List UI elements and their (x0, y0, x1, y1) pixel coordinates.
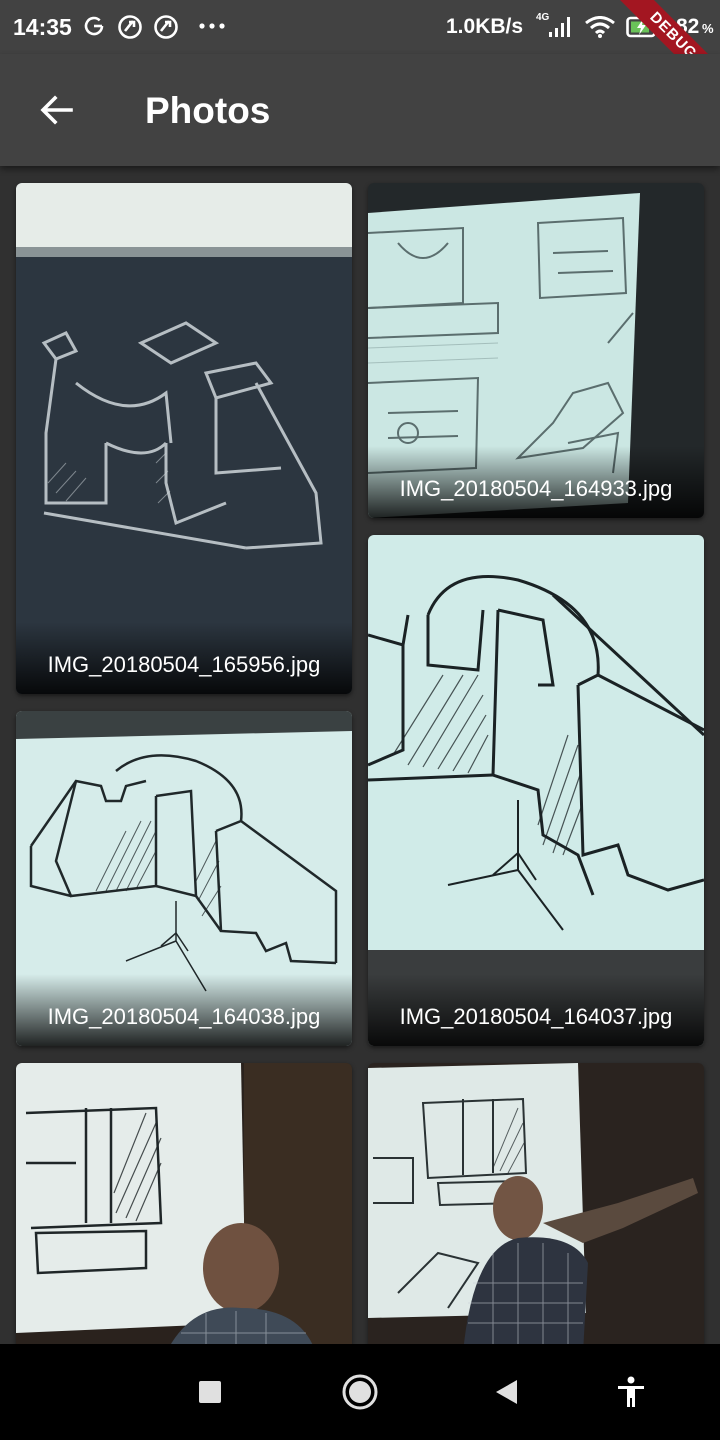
photo-caption: IMG_20180504_164037.jpg (399, 1004, 673, 1029)
photo-image (16, 183, 352, 694)
photo-caption: IMG_20180504_165956.jpg (47, 652, 321, 677)
system-nav-bar (0, 1344, 720, 1440)
recents-square-icon (199, 1381, 221, 1403)
photo-image (16, 1063, 352, 1353)
photo-caption-overlay: IMG_20180504_165956.jpg (16, 622, 352, 694)
photo-tile[interactable]: IMG_20180504_164933.jpg (368, 183, 704, 518)
back-triangle-icon (496, 1380, 517, 1404)
arrow-back-icon (40, 95, 73, 125)
photo-tile[interactable] (16, 1063, 352, 1353)
wifi-icon (585, 16, 615, 38)
home-circle-icon (342, 1374, 378, 1410)
photo-image (368, 1063, 704, 1353)
more-dots-icon (199, 23, 225, 29)
back-button[interactable] (22, 76, 90, 144)
status-time: 14:35 (13, 14, 72, 40)
photo-caption-overlay: IMG_20180504_164933.jpg (368, 446, 704, 518)
photo-caption: IMG_20180504_164038.jpg (47, 1004, 321, 1029)
photo-image (368, 535, 704, 1046)
net-speed: 1.0KB/s (446, 15, 524, 38)
status-bar: 14:35 1.0KB/s 4G 82 % DEBUG (0, 0, 720, 105)
photo-tile[interactable]: IMG_20180504_164038.jpg (16, 711, 352, 1046)
photos-screen: 14:35 1.0KB/s 4G 82 % DEBUG Photos IMG_2… (0, 0, 720, 1440)
signal-icon (549, 17, 570, 37)
at-icon (154, 15, 178, 39)
photo-caption: IMG_20180504_164933.jpg (399, 476, 673, 501)
photo-caption-overlay: IMG_20180504_164037.jpg (368, 974, 704, 1046)
page-title: Photos (145, 90, 271, 131)
battery-unit: % (702, 21, 714, 36)
photo-caption-overlay: IMG_20180504_164038.jpg (16, 974, 352, 1046)
photo-tile[interactable] (368, 1063, 704, 1353)
accessibility-button[interactable] (607, 1368, 655, 1416)
photo-tile[interactable]: IMG_20180504_165956.jpg (16, 183, 352, 694)
app-bar: Photos (0, 54, 720, 166)
photo-tile[interactable]: IMG_20180504_164037.jpg (368, 535, 704, 1046)
recents-button[interactable] (186, 1368, 234, 1416)
system-back-button[interactable] (482, 1368, 530, 1416)
home-button[interactable] (336, 1368, 384, 1416)
at-icon (118, 15, 142, 39)
g-icon (84, 16, 104, 36)
accessibility-icon (618, 1376, 644, 1407)
